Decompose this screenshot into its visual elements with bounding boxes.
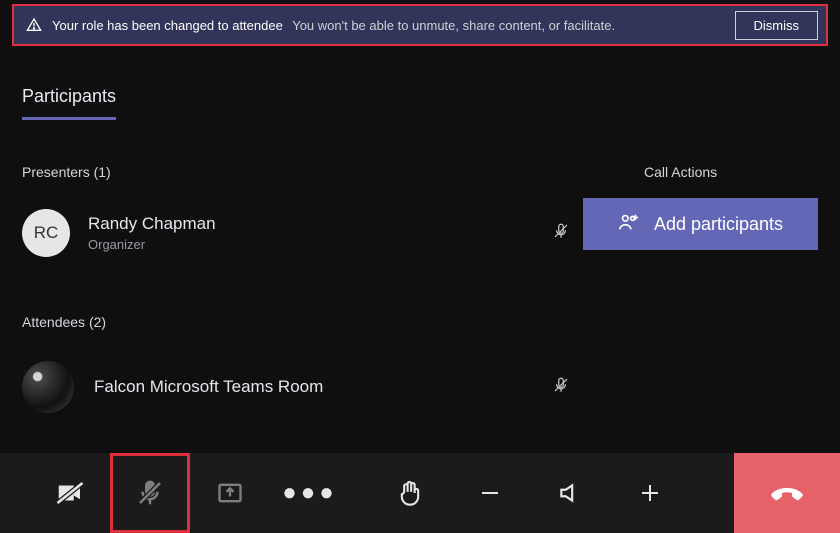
raise-hand-icon	[396, 479, 424, 507]
presenters-label: Presenters (1)	[22, 164, 111, 180]
zoom-in-button[interactable]	[610, 453, 690, 533]
mic-off-icon	[552, 222, 570, 245]
hangup-button[interactable]	[734, 453, 840, 533]
person-info: Randy Chapman Organizer	[88, 214, 216, 252]
warning-icon	[26, 17, 42, 33]
volume-button[interactable]	[530, 453, 610, 533]
camera-off-icon	[55, 478, 85, 508]
person-name: Randy Chapman	[88, 214, 216, 234]
more-icon: ●●●	[282, 479, 338, 507]
dismiss-button[interactable]: Dismiss	[735, 11, 819, 40]
plus-icon	[638, 481, 662, 505]
share-content-button[interactable]	[190, 453, 270, 533]
raise-hand-button[interactable]	[370, 453, 450, 533]
attendees-label: Attendees (2)	[22, 314, 106, 330]
volume-icon	[557, 480, 583, 506]
content-area: Participants Presenters (1) Call Actions…	[22, 86, 818, 120]
add-participants-button[interactable]: Add participants	[583, 198, 818, 250]
share-icon	[216, 479, 244, 507]
zoom-out-button[interactable]	[450, 453, 530, 533]
call-toolbar: ●●●	[0, 453, 840, 533]
banner-text: Your role has been changed to attendee Y…	[52, 18, 725, 33]
mic-off-icon	[552, 376, 570, 399]
participants-heading[interactable]: Participants	[22, 86, 116, 120]
banner-rest: You won't be able to unmute, share conte…	[292, 18, 615, 33]
minus-icon	[478, 481, 502, 505]
avatar: RC	[22, 209, 70, 257]
person-name: Falcon Microsoft Teams Room	[94, 377, 323, 397]
add-people-icon	[618, 211, 640, 238]
person-role: Organizer	[88, 237, 216, 252]
attendee-row: Falcon Microsoft Teams Room	[22, 358, 818, 416]
more-actions-button[interactable]: ●●●	[270, 453, 350, 533]
mic-toggle-button[interactable]	[110, 453, 190, 533]
add-participants-label: Add participants	[654, 214, 783, 235]
camera-toggle-button[interactable]	[30, 453, 110, 533]
mic-off-icon	[135, 478, 165, 508]
call-actions-label: Call Actions	[644, 164, 717, 180]
role-change-banner: Your role has been changed to attendee Y…	[12, 4, 828, 46]
hangup-icon	[768, 472, 806, 515]
banner-strong: Your role has been changed to attendee	[52, 18, 283, 33]
avatar	[22, 361, 74, 413]
